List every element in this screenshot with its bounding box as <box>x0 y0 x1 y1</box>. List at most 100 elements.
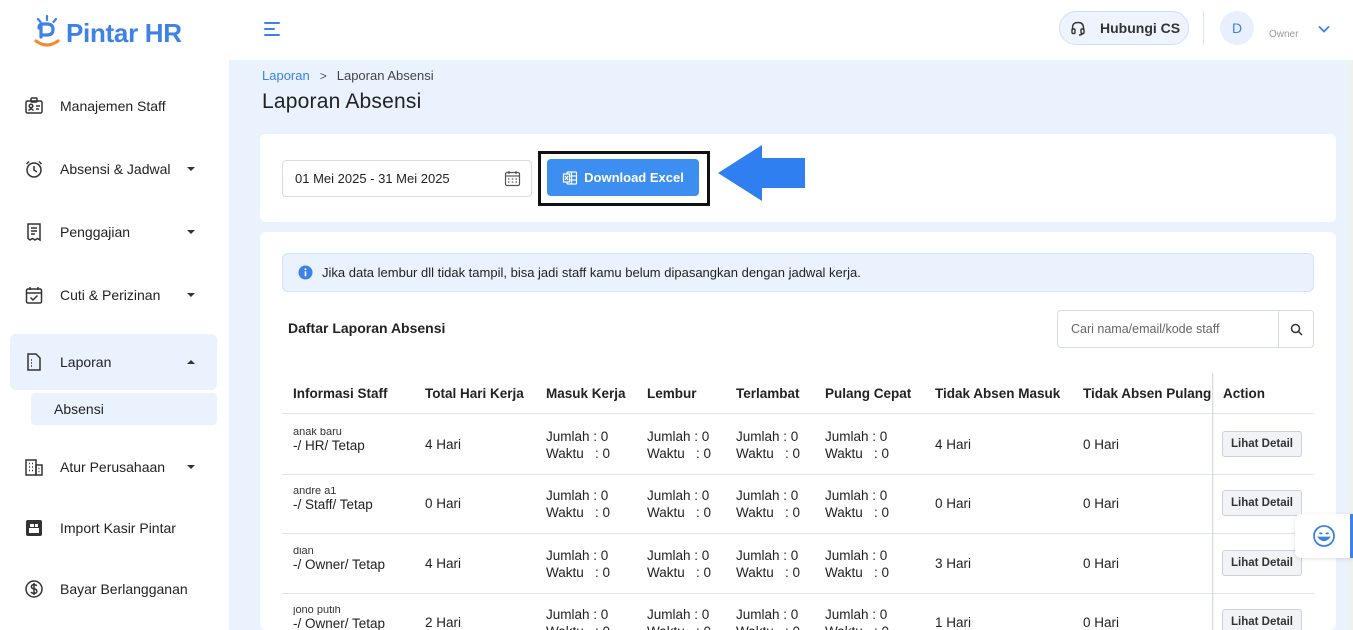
column-header: Lembur <box>647 386 697 401</box>
chevron-down-icon[interactable] <box>1317 22 1331 36</box>
tidak-absen-pulang-cell: 0 Hari <box>1083 556 1120 571</box>
time-line: Waktu : 0 <box>647 446 712 461</box>
lihat-detail-button[interactable]: Lihat Detail <box>1222 490 1302 516</box>
sidebar-subitem-absensi[interactable]: Absensi <box>31 393 217 425</box>
staff-detail: -/ HR/ Tetap <box>293 438 365 453</box>
sidebar-item-laporan[interactable]: Laporan <box>10 334 217 390</box>
sidebar-item-atur-perusahaan[interactable]: Atur Perusahaan <box>10 439 217 495</box>
chevron-up-icon <box>187 360 195 364</box>
time-line: Waktu : 0 <box>736 623 800 630</box>
sidebar-item-import-kasir-pintar[interactable]: Import Kasir Pintar <box>10 500 217 556</box>
count-line: Jumlah : 0 <box>736 607 799 622</box>
count-time-cell: Jumlah : 0 Waktu : 0 <box>736 428 800 462</box>
search-button[interactable] <box>1278 311 1313 347</box>
chevron-down-icon <box>187 293 195 297</box>
staff-name: jono putih <box>293 606 341 615</box>
brand-logo[interactable]: Pintar HR <box>30 12 182 54</box>
lihat-detail-button[interactable]: Lihat Detail <box>1222 609 1302 630</box>
count-line: Jumlah : 0 <box>736 429 799 444</box>
sidebar-item-label: Bayar Berlangganan <box>60 581 188 597</box>
count-line: Jumlah : 0 <box>825 488 888 503</box>
date-range-value: 01 Mei 2025 - 31 Mei 2025 <box>295 171 450 186</box>
staff-detail: -/ Staff/ Tetap <box>293 497 373 512</box>
breadcrumb-link-laporan[interactable]: Laporan <box>262 68 310 83</box>
count-line: Jumlah : 0 <box>825 607 888 622</box>
time-line: Waktu : 0 <box>647 623 711 630</box>
tidak-absen-pulang-cell: 0 Hari <box>1083 496 1120 511</box>
info-alert: Jika data lembur dll tidak tampil, bisa … <box>282 253 1314 292</box>
chevron-down-icon <box>187 465 195 469</box>
column-header: Total Hari Kerja <box>425 386 524 401</box>
column-header: Informasi Staff <box>293 386 388 401</box>
dollar-circle-icon <box>24 579 44 599</box>
sidebar-item-label: Laporan <box>60 354 112 370</box>
count-time-cell: Jumlah : 0Waktu : 0 <box>736 487 800 521</box>
count-time-cell: Jumlah : 0 Waktu : 0 <box>647 428 711 462</box>
count-line: Jumlah : 0 <box>546 488 609 503</box>
count-time-cell: Jumlah : 0Waktu : 0 <box>825 606 889 630</box>
headset-icon <box>1070 20 1086 36</box>
lihat-detail-button[interactable]: Lihat Detail <box>1222 550 1302 576</box>
topbar-divider <box>1203 11 1204 45</box>
count-time-cell: Jumlah : 0 Waktu : 0 <box>647 547 711 581</box>
lihat-detail-button[interactable]: Lihat Detail <box>1222 431 1302 457</box>
download-excel-button[interactable]: Download Excel <box>547 159 699 196</box>
sidebar-item-label: Absensi & Jadwal <box>60 161 171 177</box>
time-line: Waktu : 0 <box>736 565 801 580</box>
count-time-cell: Jumlah : 0Waktu : 0 <box>647 606 711 630</box>
total-hari-kerja-cell: 4 Hari <box>425 437 462 452</box>
count-time-cell: Jumlah : 0Waktu : 0 <box>546 606 610 630</box>
count-line: Jumlah : 0 <box>647 488 710 503</box>
sidebar-item-label: Cuti & Perizinan <box>60 287 161 303</box>
building-icon <box>24 457 44 477</box>
count-line: Jumlah : 0 <box>736 548 799 563</box>
time-line: Waktu : 0 <box>825 505 890 520</box>
staff-name: andre a1 <box>293 487 337 496</box>
staff-detail: -/ Owner/ Tetap <box>293 616 386 630</box>
count-line: Jumlah : 0 <box>647 548 710 563</box>
count-line: Jumlah : 0 <box>647 607 710 622</box>
count-line: Jumlah : 0 <box>647 429 710 444</box>
time-line: Waktu : 0 <box>736 446 801 461</box>
staff-name: anak baru <box>293 428 342 437</box>
tidak-absen-masuk-cell: 3 Hari <box>935 556 972 571</box>
user-role: Owner <box>1269 29 1299 40</box>
sidebar-item-bayar-berlangganan[interactable]: Bayar Berlangganan <box>10 561 217 617</box>
count-line: Jumlah : 0 <box>546 429 609 444</box>
table-row: jono putih -/ Owner/ Tetap 2 Hari Jumlah : … <box>282 593 1314 630</box>
sidebar-item-label: Penggajian <box>60 224 131 240</box>
hubungi-cs-button[interactable]: Hubungi CS <box>1059 11 1189 45</box>
time-line: Waktu : 0 <box>647 565 712 580</box>
chevron-down-icon <box>187 230 195 234</box>
date-range-picker[interactable]: 01 Mei 2025 - 31 Mei 2025 <box>282 160 532 197</box>
column-header: Pulang Cepat <box>825 386 912 401</box>
table-row: andre a1 -/ Staff/ Tetap 0 Hari Jumlah : 0 W… <box>282 474 1314 534</box>
search-input[interactable] <box>1058 311 1279 347</box>
staff-info-cell: anak baru -/ HR/ Tetap <box>293 428 365 454</box>
tidak-absen-pulang-cell: 0 Hari <box>1083 615 1120 630</box>
total-hari-kerja-cell: 0 Hari <box>425 496 462 511</box>
count-time-cell: Jumlah : 0Waktu : 0 <box>736 606 800 630</box>
sidebar-item-penggajian[interactable]: Penggajian <box>10 204 217 260</box>
staff-id-icon <box>24 96 44 116</box>
import-icon <box>24 518 44 538</box>
table-header-row: Informasi Staff Total Hari Kerja Masuk K… <box>282 373 1314 414</box>
calendar-check-icon <box>24 285 44 305</box>
count-line: Jumlah : 0 <box>736 488 799 503</box>
sidebar-item-label: Manajemen Staff <box>60 98 166 114</box>
column-header: Terlambat <box>736 386 800 401</box>
alarm-clock-icon <box>24 159 44 179</box>
download-excel-label: Download Excel <box>584 170 684 185</box>
avatar[interactable]: D <box>1220 11 1254 45</box>
count-time-cell: Jumlah : 0 Waktu : 0 <box>825 487 889 521</box>
calendar-icon <box>504 171 521 187</box>
sidebar-item-absensi-jadwal[interactable]: Absensi & Jadwal <box>10 141 217 197</box>
time-line: Waktu : 0 <box>825 446 890 461</box>
sidebar-item-cuti-perizinan[interactable]: Cuti & Perizinan <box>10 267 217 323</box>
count-time-cell: Jumlah : 0Waktu : 0 <box>825 547 889 581</box>
table-row: anak baru -/ HR/ Tetap 4 Hari Jumlah : 0 Wak… <box>282 415 1314 475</box>
feedback-button[interactable] <box>1295 514 1353 558</box>
sidebar-item-manajemen-staff[interactable]: Manajemen Staff <box>10 78 217 134</box>
info-icon <box>298 265 313 280</box>
hamburger-menu-icon[interactable] <box>264 22 280 36</box>
